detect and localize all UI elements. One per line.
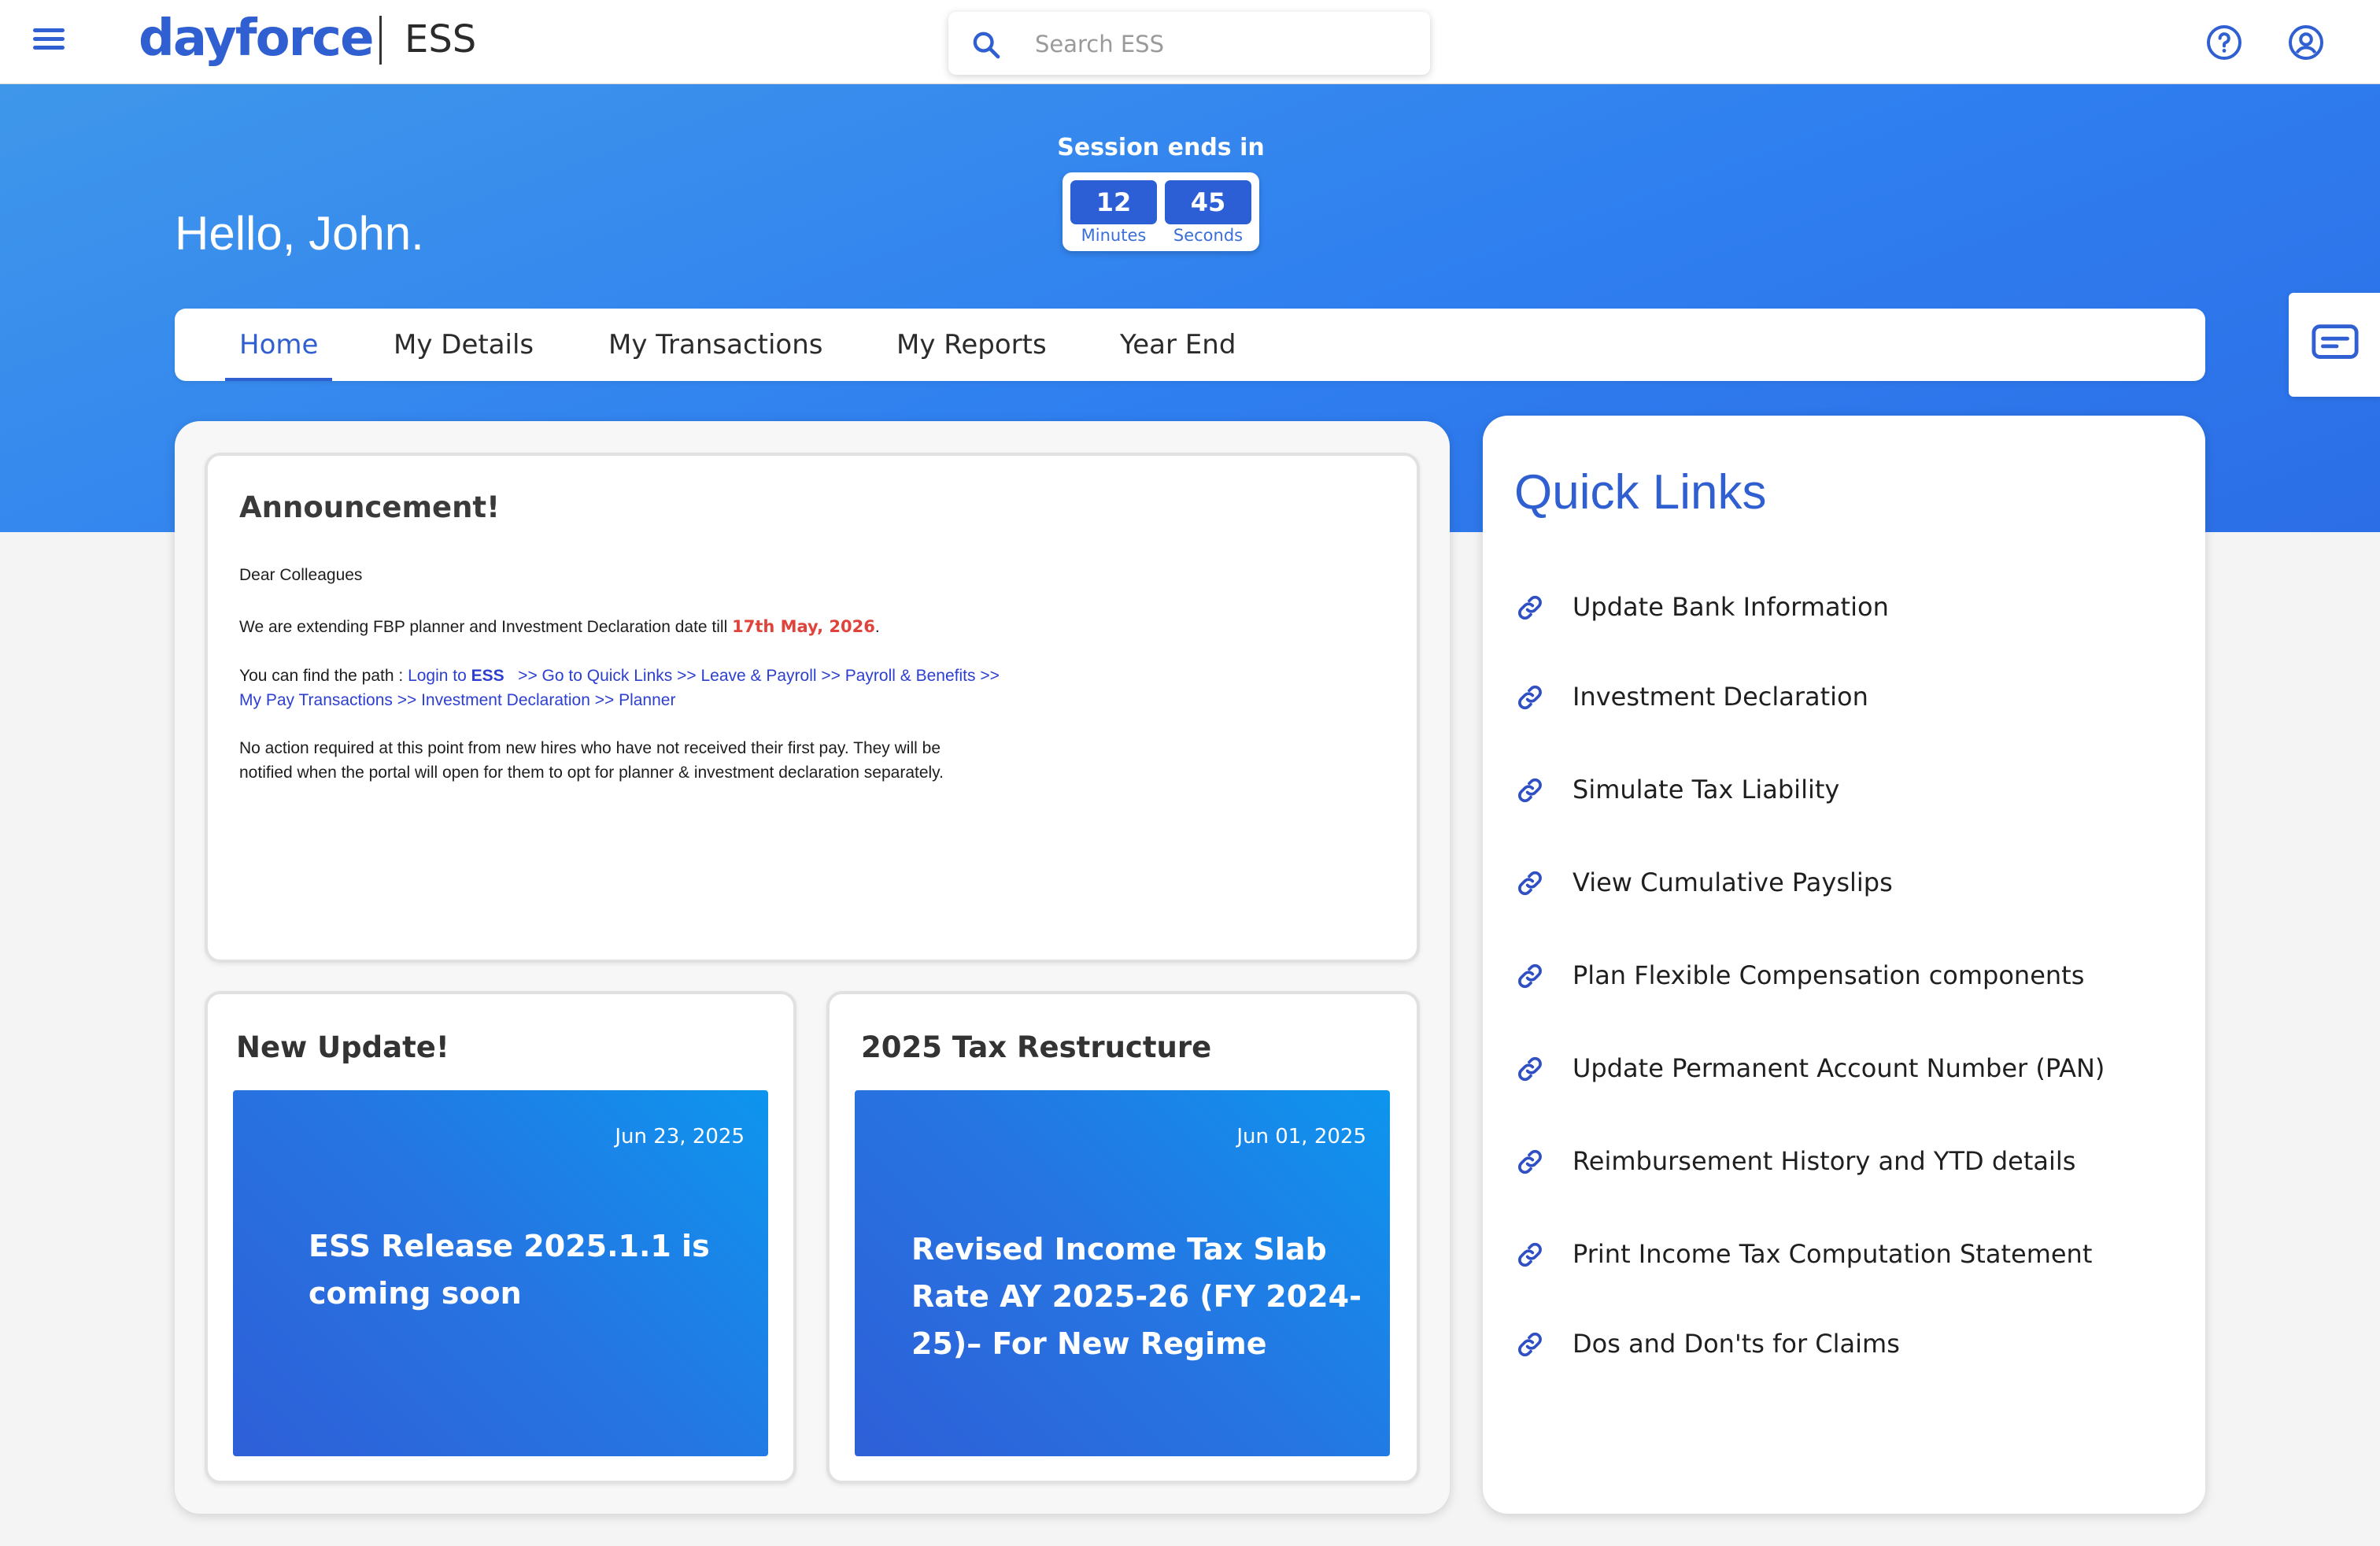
note-line-2: notified when the portal will open for t… — [239, 764, 944, 782]
main-tabs: Home My Details My Transactions My Repor… — [175, 309, 2205, 381]
search-input[interactable] — [1033, 23, 1414, 65]
tab-my-transactions[interactable]: My Transactions — [608, 309, 822, 381]
quick-link-label: Update Bank Information — [1572, 592, 1889, 622]
tab-my-reports[interactable]: My Reports — [896, 309, 1047, 381]
tab-my-details[interactable]: My Details — [394, 309, 534, 381]
deadline-prefix: We are extending FBP planner and Investm… — [239, 618, 733, 636]
search-icon — [973, 31, 1000, 59]
seconds-label: Seconds — [1173, 226, 1244, 245]
quick-link-label: Reimbursement History and YTD details — [1572, 1146, 2076, 1176]
tax-restructure-card: 2025 Tax Restructure Jun 01, 2025 Revise… — [826, 991, 1420, 1484]
link-icon — [1518, 778, 1542, 803]
top-bar: dayforce ESS — [0, 0, 2380, 84]
link-icon — [1518, 871, 1542, 896]
feedback-button[interactable] — [2289, 293, 2380, 397]
announcement-note: No action required at this point from ne… — [239, 736, 944, 785]
search-box[interactable] — [948, 12, 1430, 75]
session-timer: 12 Minutes 45 Seconds — [1062, 172, 1259, 251]
seconds-value: 45 — [1165, 180, 1251, 224]
path-login: Login to — [408, 667, 471, 685]
tab-home[interactable]: Home — [224, 309, 333, 381]
quick-link-label: Print Income Tax Computation Statement — [1572, 1239, 2093, 1269]
path-ess: ESS — [471, 667, 504, 685]
quick-link-label: Simulate Tax Liability — [1572, 775, 1840, 804]
link-icon — [1518, 1149, 1542, 1174]
announcement-card: Announcement! Dear Colleagues We are ext… — [205, 453, 1420, 963]
home-content-panel: Announcement! Dear Colleagues We are ext… — [175, 421, 1450, 1514]
minutes-value: 12 — [1070, 180, 1157, 224]
announcement-deadline: We are extending FBP planner and Investm… — [239, 615, 880, 639]
dayforce-logo[interactable]: dayforce — [139, 3, 374, 74]
tax-slab-tile[interactable]: Jun 01, 2025 Revised Income Tax Slab Rat… — [855, 1090, 1390, 1456]
tab-year-end[interactable]: Year End — [1120, 309, 1236, 381]
link-icon — [1518, 685, 1542, 710]
quick-links-title: Quick Links — [1514, 465, 1767, 520]
product-name: ESS — [405, 17, 477, 61]
new-update-title: New Update! — [236, 1030, 449, 1064]
tax-restructure-title: 2025 Tax Restructure — [861, 1030, 1212, 1064]
link-icon — [1518, 963, 1542, 989]
link-icon — [1518, 1056, 1542, 1082]
logo-divider — [379, 16, 382, 65]
quick-link-label: Plan Flexible Compensation components — [1572, 960, 2085, 990]
chat-icon — [2312, 324, 2359, 359]
announcement-path: You can find the path : Login to ESS >> … — [239, 664, 1000, 712]
link-icon — [1518, 1242, 1542, 1267]
link-icon — [1518, 595, 1542, 620]
release-announcement-tile[interactable]: Jun 23, 2025 ESS Release 2025.1.1 is com… — [233, 1090, 768, 1456]
menu-icon[interactable] — [30, 24, 69, 55]
link-icon — [1518, 1332, 1542, 1357]
quick-link-label: Dos and Don'ts for Claims — [1572, 1329, 1900, 1359]
announcement-salutation: Dear Colleagues — [239, 566, 363, 584]
quick-link-label: View Cumulative Payslips — [1572, 867, 1893, 897]
new-update-card: New Update! Jun 23, 2025 ESS Release 202… — [205, 991, 796, 1484]
release-text: ESS Release 2025.1.1 is coming soon — [309, 1229, 710, 1311]
path-steps-continued: My Pay Transactions >> Investment Declar… — [239, 691, 676, 709]
deadline-date: 17th May, 2026 — [732, 617, 875, 636]
quick-link-label: Update Permanent Account Number (PAN) — [1572, 1053, 2105, 1083]
minutes-label: Minutes — [1081, 226, 1147, 245]
account-icon[interactable] — [2287, 24, 2325, 61]
path-steps: >> Go to Quick Links >> Leave & Payroll … — [504, 667, 1000, 685]
greeting-text: Hello, John. — [175, 207, 424, 260]
help-icon[interactable] — [2205, 24, 2243, 61]
release-date: Jun 23, 2025 — [615, 1125, 745, 1148]
path-prefix: You can find the path : — [239, 667, 408, 685]
session-label: Session ends in — [1057, 134, 1265, 161]
note-line-1: No action required at this point from ne… — [239, 739, 941, 757]
tax-slab-date: Jun 01, 2025 — [1236, 1125, 1366, 1148]
quick-links-panel: Quick Links Update Bank Information Inves… — [1483, 416, 2205, 1514]
announcement-title: Announcement! — [239, 490, 500, 524]
tax-slab-text: Revised Income Tax Slab Rate AY 2025-26 … — [911, 1232, 1362, 1361]
quick-link-label: Investment Declaration — [1572, 682, 1868, 712]
deadline-suffix: . — [874, 618, 880, 636]
